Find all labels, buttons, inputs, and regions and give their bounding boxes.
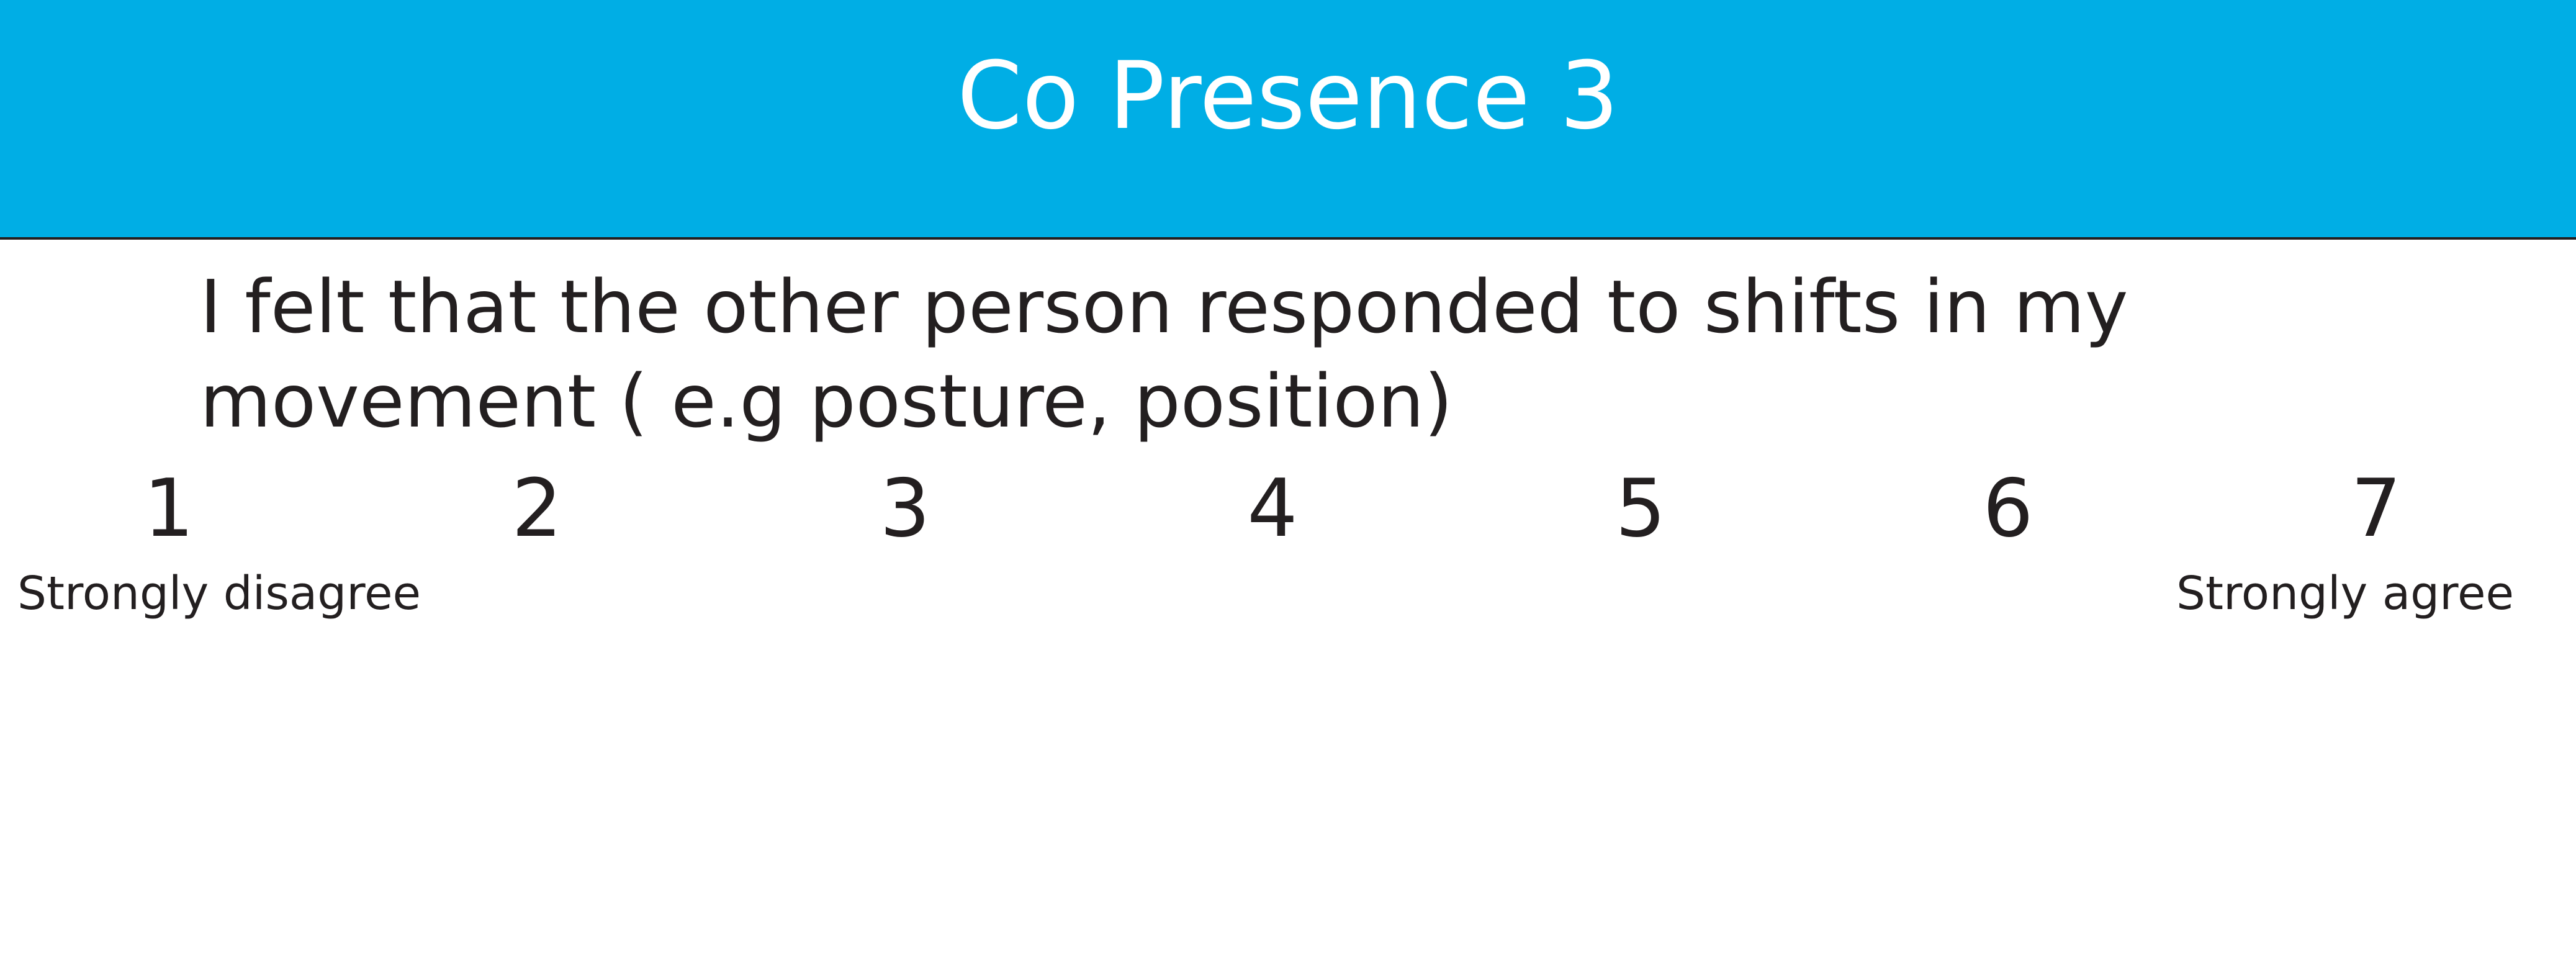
scale-option-1[interactable]: 1 xyxy=(132,459,206,559)
scale-max-label: Strongly agree xyxy=(2176,567,2514,620)
scale-option-7[interactable]: 7 xyxy=(2339,459,2413,559)
header-bar: Co Presence 3 xyxy=(0,0,2576,240)
scale-option-6[interactable]: 6 xyxy=(1971,459,2045,559)
scale-option-5[interactable]: 5 xyxy=(1603,459,1678,559)
scale-option-3[interactable]: 3 xyxy=(868,459,942,559)
scale-option-2[interactable]: 2 xyxy=(500,459,574,559)
question-text: I felt that the other person responded t… xyxy=(200,264,2128,444)
scale-option-4[interactable]: 4 xyxy=(1235,459,1310,559)
survey-page: Co Presence 3 I felt that the other pers… xyxy=(0,0,2576,958)
page-title: Co Presence 3 xyxy=(957,42,1619,150)
scale-min-label: Strongly disagree xyxy=(17,567,421,620)
